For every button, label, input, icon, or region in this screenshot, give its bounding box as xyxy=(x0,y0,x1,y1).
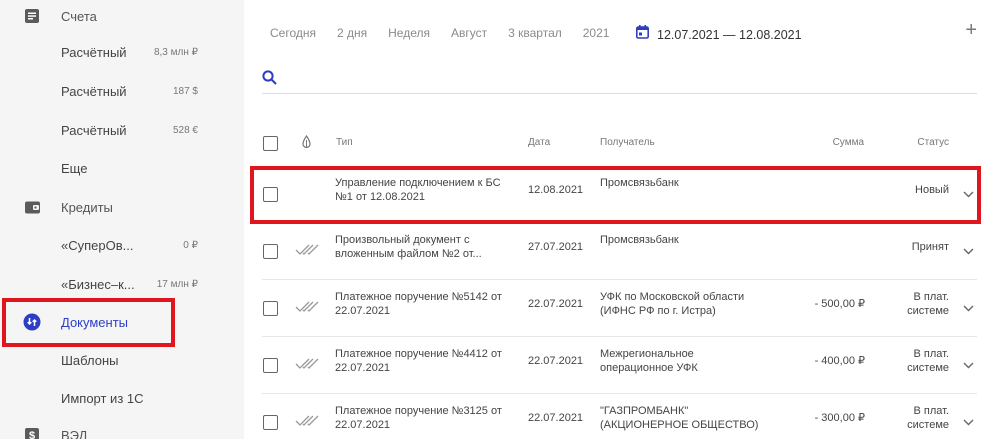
table-header: Тип Дата Получатель Сумма Статус xyxy=(262,130,977,156)
svg-text:$: $ xyxy=(29,430,35,439)
row-checkbox[interactable] xyxy=(263,415,278,430)
row-type: Платежное поручение №3125 от 22.07.2021 xyxy=(335,405,502,431)
period-filters: Сегодня 2 дня Неделя Август 3 квартал 20… xyxy=(270,26,630,40)
row-date: 22.07.2021 xyxy=(528,412,584,424)
calendar-icon xyxy=(636,25,649,44)
row-date: 22.07.2021 xyxy=(528,355,584,367)
sidebar-item-credits[interactable]: Кредиты xyxy=(0,188,244,226)
sidebar-item-import[interactable]: Импорт из 1С xyxy=(0,379,244,417)
credit-label: «СуперОв... xyxy=(61,237,134,253)
sidebar-item-account[interactable]: Расчётный 528 € xyxy=(0,111,244,149)
row-sum: - 400,00 ₽ xyxy=(814,355,865,367)
select-all-checkbox[interactable] xyxy=(263,136,278,151)
signature-column-icon xyxy=(302,134,311,152)
status-badge: В плат. системе xyxy=(907,405,949,431)
chevron-down-icon[interactable] xyxy=(963,413,974,431)
more-label: Еще xyxy=(61,160,88,176)
double-check-icon xyxy=(295,243,319,261)
row-checkbox[interactable] xyxy=(263,244,278,259)
column-type[interactable]: Тип xyxy=(336,137,353,148)
search-icon xyxy=(262,70,277,90)
templates-label: Шаблоны xyxy=(61,352,119,368)
period-filter[interactable]: 2 дня xyxy=(337,26,367,40)
chevron-down-icon[interactable] xyxy=(963,242,974,260)
row-recipient: "ГАЗПРОМБАНК" (АКЦИОНЕРНОЕ ОБЩЕСТВО) xyxy=(600,405,759,431)
row-checkbox[interactable] xyxy=(263,187,278,202)
period-filter[interactable]: Неделя xyxy=(388,26,430,40)
chevron-down-icon[interactable] xyxy=(963,185,974,203)
status-badge: Новый xyxy=(915,184,949,196)
table-row[interactable]: Платежное поручение №5142 от 22.07.2021 … xyxy=(262,280,977,337)
column-sum[interactable]: Сумма xyxy=(833,137,864,148)
sidebar-item-documents[interactable]: Документы xyxy=(0,303,244,341)
column-recipient[interactable]: Получатель xyxy=(600,137,655,148)
documents-icon xyxy=(23,313,41,331)
status-badge: В плат. системе xyxy=(907,291,949,317)
double-check-icon xyxy=(295,300,319,318)
row-type: Платежное поручение №5142 от 22.07.2021 xyxy=(335,291,502,317)
double-check-icon xyxy=(295,357,319,375)
row-date: 22.07.2021 xyxy=(528,298,584,310)
account-label: Расчётный xyxy=(61,122,127,138)
table-row[interactable]: Произвольный документ с вложенным файлом… xyxy=(262,223,977,280)
sidebar-item-accounts[interactable]: Счета xyxy=(0,0,244,35)
account-amount: 528 € xyxy=(172,124,198,136)
search-field[interactable] xyxy=(262,68,977,94)
sidebar-item-ved[interactable]: $ ВЭД xyxy=(0,416,244,439)
row-type: Платежное поручение №4412 от 22.07.2021 xyxy=(335,348,502,374)
row-checkbox[interactable] xyxy=(263,358,278,373)
row-date: 12.08.2021 xyxy=(528,184,584,196)
date-range-value: 12.07.2021 — 12.08.2021 xyxy=(657,27,802,42)
table-row[interactable]: Платежное поручение №3125 от 22.07.2021 … xyxy=(262,394,977,439)
row-recipient: Межрегиональное операционное УФК xyxy=(600,348,698,374)
period-filter[interactable]: 3 квартал xyxy=(508,26,562,40)
date-range-picker[interactable]: 12.07.2021 — 12.08.2021 xyxy=(636,25,802,44)
sidebar: Счета Расчётный 8,3 млн ₽ Расчётный 187 … xyxy=(0,0,244,439)
dollar-icon: $ xyxy=(23,426,41,439)
row-sum: - 300,00 ₽ xyxy=(814,412,865,424)
status-badge: Принят xyxy=(911,241,949,253)
row-recipient: Промсвязьбанк xyxy=(600,177,679,189)
account-amount: 187 $ xyxy=(172,85,198,97)
credit-amount: 0 ₽ xyxy=(183,239,198,251)
accounts-icon xyxy=(23,7,41,25)
period-filter[interactable]: 2021 xyxy=(583,26,610,40)
credit-amount: 17 млн ₽ xyxy=(156,278,198,290)
sidebar-item-credit[interactable]: «СуперОв... 0 ₽ xyxy=(0,226,244,264)
row-recipient: Промсвязьбанк xyxy=(600,234,679,246)
account-label: Расчётный xyxy=(61,83,127,99)
row-date: 27.07.2021 xyxy=(528,241,584,253)
chevron-down-icon[interactable] xyxy=(963,356,974,374)
table-row[interactable]: Управление подключением к БС №1 от 12.08… xyxy=(262,166,977,223)
sidebar-item-label: Счета xyxy=(61,8,97,24)
sidebar-item-label: Документы xyxy=(61,314,129,330)
sidebar-item-label: ВЭД xyxy=(61,427,88,439)
sidebar-item-more[interactable]: Еще xyxy=(0,149,244,187)
row-type: Управление подключением к БС №1 от 12.08… xyxy=(335,177,501,203)
import-label: Импорт из 1С xyxy=(61,390,144,406)
credit-label: «Бизнес–к... xyxy=(61,276,135,292)
table-row[interactable]: Платежное поручение №4412 от 22.07.2021 … xyxy=(262,337,977,394)
sidebar-item-label: Кредиты xyxy=(61,199,113,215)
period-filter[interactable]: Сегодня xyxy=(270,26,316,40)
sidebar-item-account[interactable]: Расчётный 187 $ xyxy=(0,72,244,110)
main-panel: Сегодня 2 дня Неделя Август 3 квартал 20… xyxy=(244,0,999,439)
row-type: Произвольный документ с вложенным файлом… xyxy=(335,234,482,260)
account-label: Расчётный xyxy=(61,44,127,60)
add-icon[interactable]: + xyxy=(965,20,977,40)
double-check-icon xyxy=(295,414,319,432)
row-checkbox[interactable] xyxy=(263,301,278,316)
account-amount: 8,3 млн ₽ xyxy=(153,46,198,58)
column-status[interactable]: Статус xyxy=(917,137,949,148)
sidebar-item-credit[interactable]: «Бизнес–к... 17 млн ₽ xyxy=(0,265,244,303)
row-recipient: УФК по Московской области (ИФНС РФ по г.… xyxy=(600,291,745,317)
sidebar-item-account[interactable]: Расчётный 8,3 млн ₽ xyxy=(0,33,244,71)
chevron-down-icon[interactable] xyxy=(963,299,974,317)
period-filter[interactable]: Август xyxy=(451,26,487,40)
sidebar-item-templates[interactable]: Шаблоны xyxy=(0,341,244,379)
wallet-icon xyxy=(23,198,41,216)
status-badge: В плат. системе xyxy=(907,348,949,374)
column-date[interactable]: Дата xyxy=(528,137,550,148)
row-sum: - 500,00 ₽ xyxy=(814,298,865,310)
